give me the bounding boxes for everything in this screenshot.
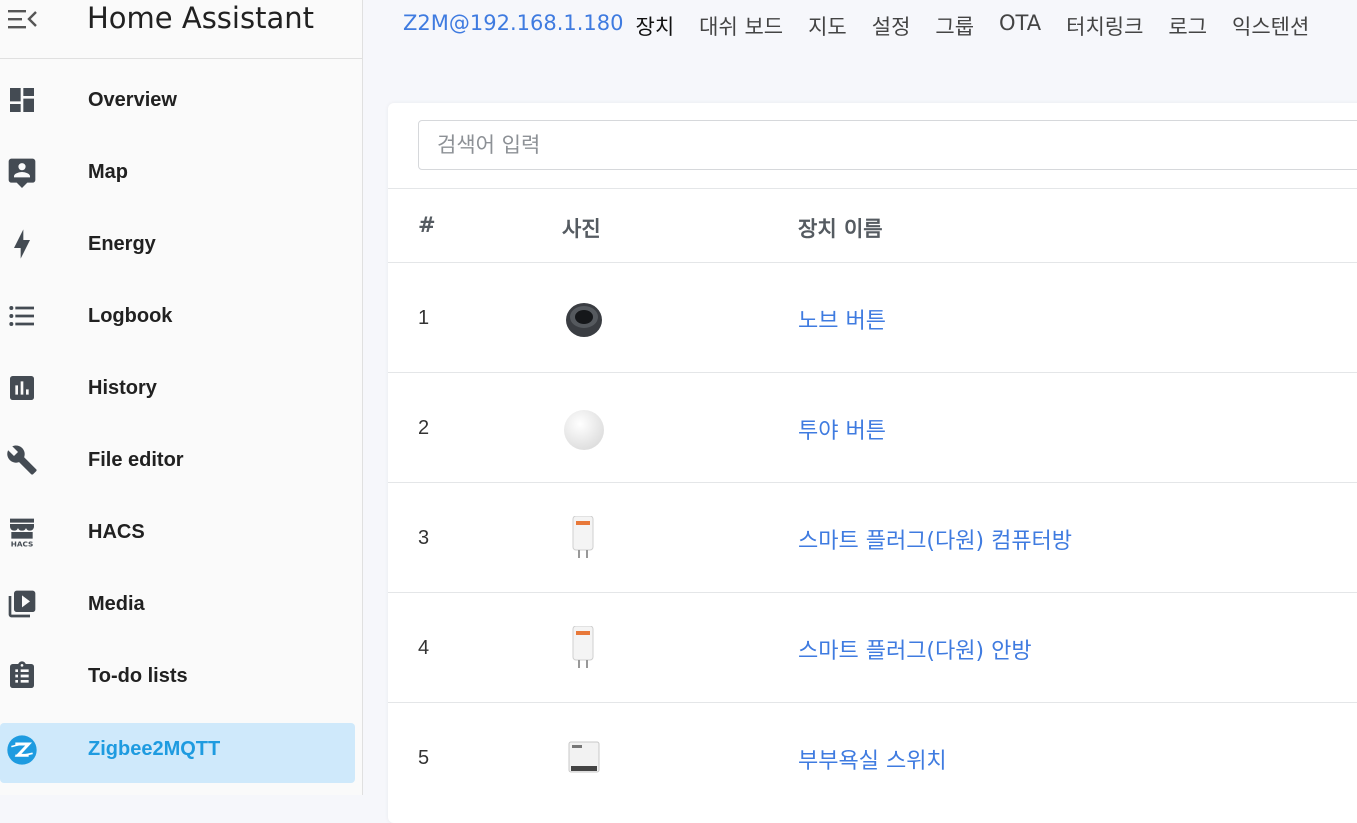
z2m-brand-link[interactable]: Z2M@192.168.1.180 (403, 11, 624, 41)
tab-dashboard[interactable]: 대쉬 보드 (699, 11, 783, 41)
sidebar-item-media[interactable]: Media (0, 568, 363, 640)
wrench-icon (6, 444, 38, 476)
sidebar-item-energy[interactable]: Energy (0, 208, 363, 280)
svg-text:HACS: HACS (11, 540, 34, 548)
sidebar-item-label: Overview (88, 89, 177, 111)
device-name-link[interactable]: 부부욕실 스위치 (798, 743, 947, 775)
sidebar-item-label: Logbook (88, 305, 173, 327)
clipboard-list-icon (6, 660, 38, 692)
device-name-link[interactable]: 스마트 플러그(다원) 안방 (798, 633, 1032, 665)
sidebar-header: Home Assistant (0, 0, 362, 59)
divider (388, 188, 1357, 189)
tab-logs[interactable]: 로그 (1168, 11, 1207, 41)
knob-device-image (566, 303, 602, 337)
app-title: Home Assistant (87, 1, 314, 35)
device-name-link[interactable]: 스마트 플러그(다원) 컴퓨터방 (798, 523, 1072, 555)
smart-plug-image (572, 626, 594, 668)
tab-settings[interactable]: 설정 (872, 11, 911, 41)
row-number: 3 (418, 527, 430, 549)
sidebar-item-label: File editor (88, 449, 184, 471)
dashboard-icon (6, 84, 38, 116)
sidebar-item-label: Map (88, 161, 128, 183)
sidebar-item-label: History (88, 377, 157, 399)
sidebar-item-history[interactable]: History (0, 352, 363, 424)
column-header-photo[interactable]: 사진 (562, 213, 601, 243)
tab-groups[interactable]: 그룹 (935, 11, 974, 41)
hacs-store-icon: HACS (6, 516, 38, 549)
smart-plug-image (572, 516, 594, 558)
tab-extensions[interactable]: 익스텐션 (1232, 11, 1309, 41)
tab-ota[interactable]: OTA (999, 11, 1041, 41)
table-row: 3 스마트 플러그(다원) 컴퓨터방 (388, 483, 1357, 593)
table-row: 2 투야 버튼 (388, 373, 1357, 483)
row-number: 4 (418, 637, 430, 659)
sidebar-item-logbook[interactable]: Logbook (0, 280, 363, 352)
tab-map[interactable]: 지도 (808, 11, 847, 41)
top-navigation-bar: Z2M@192.168.1.180 장치 대쉬 보드 지도 설정 그룹 OTA … (364, 0, 1357, 78)
tab-touchlink[interactable]: 터치링크 (1066, 11, 1143, 41)
menu-collapse-icon[interactable] (8, 7, 38, 31)
sidebar-item-map[interactable]: Map (0, 136, 363, 208)
chart-box-icon (6, 372, 38, 404)
sidebar-item-label: Energy (88, 233, 156, 255)
search-input[interactable] (418, 120, 1357, 170)
table-row: 1 노브 버튼 (388, 263, 1357, 373)
sidebar-item-label: HACS (88, 521, 145, 543)
device-name-link[interactable]: 투야 버튼 (798, 413, 886, 445)
map-account-icon (6, 156, 38, 188)
row-number: 5 (418, 747, 430, 769)
sidebar-nav: Overview Map Energy Logbook History File… (0, 64, 363, 784)
table-row: 5 부부욕실 스위치 (388, 703, 1357, 813)
device-name-link[interactable]: 노브 버튼 (798, 303, 886, 335)
topnav: Z2M@192.168.1.180 장치 대쉬 보드 지도 설정 그룹 OTA … (403, 11, 1334, 41)
row-number: 2 (418, 417, 430, 439)
table-row: 4 스마트 플러그(다원) 안방 (388, 593, 1357, 703)
sidebar-item-hacs[interactable]: HACS HACS (0, 496, 363, 568)
row-number: 1 (418, 307, 430, 329)
lightning-bolt-icon (6, 228, 38, 260)
switch-module-image (568, 741, 600, 773)
play-box-multiple-icon (6, 588, 38, 620)
sidebar-item-file-editor[interactable]: File editor (0, 424, 363, 496)
column-header-number[interactable]: # (418, 213, 436, 237)
sidebar-item-overview[interactable]: Overview (0, 64, 363, 136)
sidebar-item-zigbee2mqtt[interactable]: Zigbee2MQTT (0, 712, 363, 784)
column-header-device-name[interactable]: 장치 이름 (798, 213, 883, 243)
sidebar: Home Assistant Overview Map Energy Logbo… (0, 0, 363, 795)
zigbee-icon (6, 734, 38, 766)
sidebar-item-label: Zigbee2MQTT (88, 738, 221, 760)
sidebar-item-label: Media (88, 593, 145, 615)
devices-card: # 사진 장치 이름 1 노브 버튼 2 투야 버튼 3 스마트 플러그(다원)… (388, 103, 1357, 823)
round-button-image (564, 410, 604, 450)
sidebar-item-todo-lists[interactable]: To-do lists (0, 640, 363, 712)
tab-devices[interactable]: 장치 (636, 11, 675, 41)
format-list-icon (6, 300, 38, 332)
sidebar-item-label: To-do lists (88, 665, 188, 687)
